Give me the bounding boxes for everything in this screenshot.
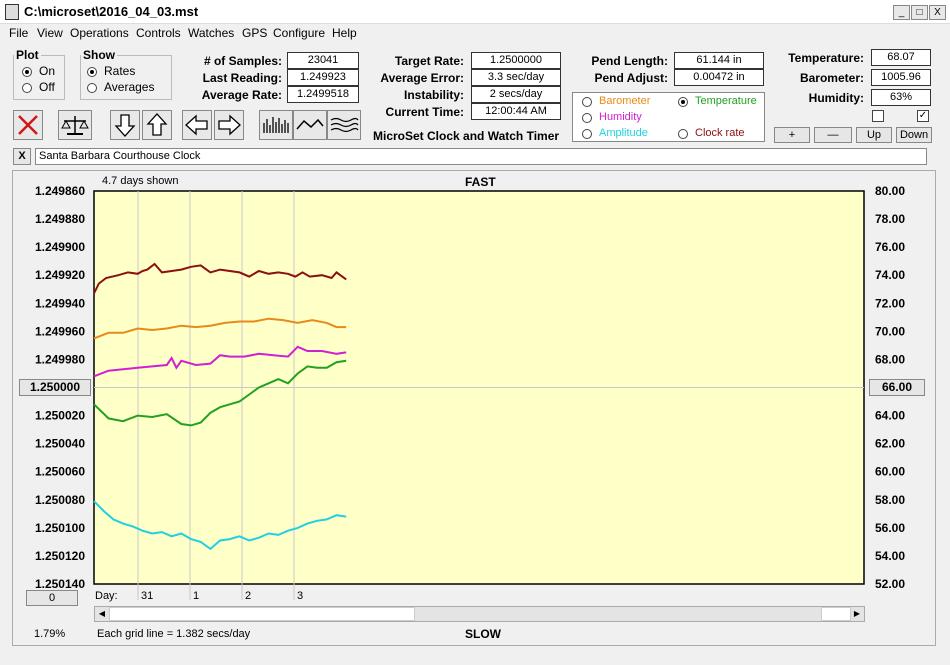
right-tick-label: 68.00 [875,352,905,366]
left-tick-label: 1.250140 [35,577,85,591]
scroll-thumb[interactable] [109,607,415,621]
right-tick-label: 74.00 [875,268,905,282]
right-tick-label: 56.00 [875,521,905,535]
day-label: Day: [95,590,118,602]
left-tick-label: 1.249900 [35,240,85,254]
scroll-right-arrow-icon[interactable]: ▶ [850,607,864,621]
left-tick-label: 1.250020 [35,409,85,423]
left-tick-label: 1.249960 [35,324,85,338]
left-tick-label: 1.250080 [35,493,85,507]
left-tick-label: 1.250120 [35,549,85,563]
left-tick-label: 1.250040 [35,437,85,451]
left-tick-label: 1.249920 [35,268,85,282]
scroll-left-arrow-icon[interactable]: ◀ [95,607,109,621]
right-tick-label: 70.00 [875,324,905,338]
left-tick-label: 1.249860 [35,184,85,198]
day-tick-label: 1 [193,590,199,602]
right-tick-label: 54.00 [875,549,905,563]
right-tick-label: 62.00 [875,437,905,451]
right-tick-label: 64.00 [875,409,905,423]
day-tick-label: 31 [141,590,153,602]
day-tick-label: 2 [245,590,251,602]
percent-label: 1.79% [34,628,66,640]
center-right-button[interactable]: 66.00 [869,379,925,396]
left-tick-label: 1.250060 [35,465,85,479]
center-left-button[interactable]: 1.250000 [19,379,91,396]
rate-chart: 1.249860 1.249880 1.249900 1.249920 1.249940… [35,184,905,602]
zero-button[interactable]: 0 [26,590,78,606]
grid-note: Each grid line = 1.382 secs/day [97,628,251,640]
right-tick-label: 72.00 [875,296,905,310]
day-tick-label: 3 [297,590,303,602]
right-tick-label: 78.00 [875,212,905,226]
left-tick-label: 1.249880 [35,212,85,226]
horizontal-scrollbar[interactable]: ◀ ▶ [94,606,865,622]
right-tick-label: 76.00 [875,240,905,254]
left-tick-label: 1.250100 [35,521,85,535]
left-tick-label: 1.249980 [35,352,85,366]
right-tick-label: 60.00 [875,465,905,479]
left-tick-label: 1.249940 [35,296,85,310]
right-tick-label: 80.00 [875,184,905,198]
scroll-end-thumb[interactable] [821,607,851,621]
right-tick-label: 52.00 [875,577,905,591]
right-tick-label: 58.00 [875,493,905,507]
